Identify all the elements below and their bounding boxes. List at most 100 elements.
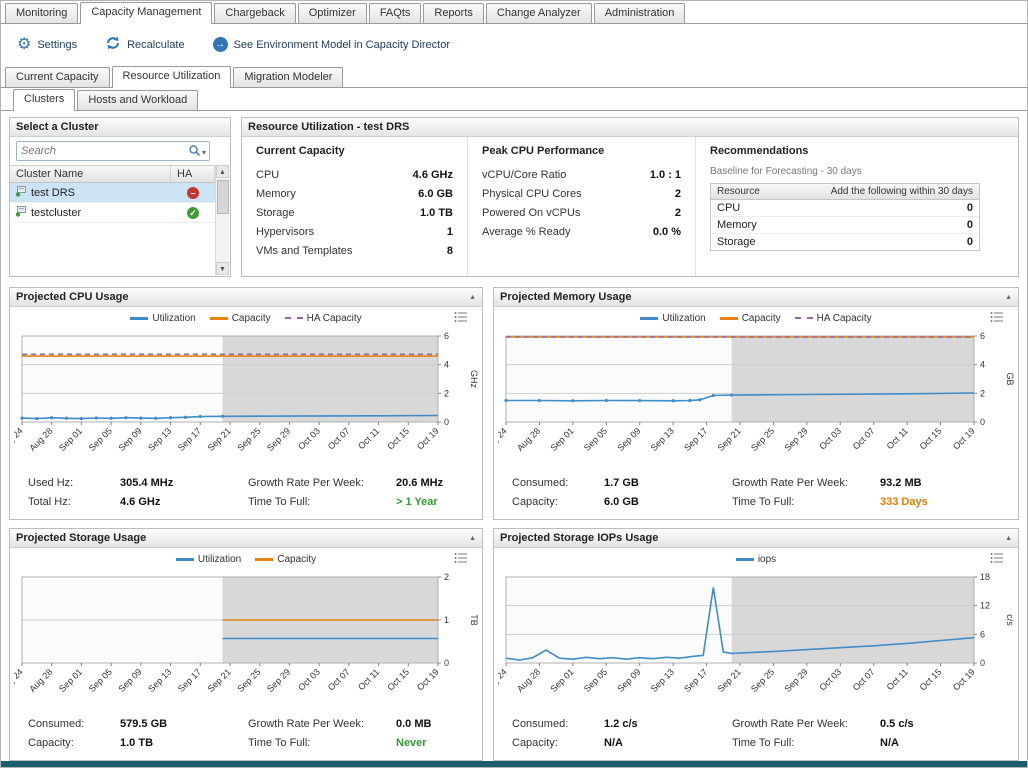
chart-menu-icon[interactable]	[990, 552, 1004, 567]
svg-text:6: 6	[444, 331, 449, 341]
stat-value: 6.0 GB	[604, 493, 732, 512]
search-dropdown-caret-icon[interactable]: ▾	[202, 148, 206, 157]
svg-text:Sep 13: Sep 13	[649, 426, 676, 453]
cluster-row-testcluster[interactable]: testcluster ✓	[10, 203, 215, 223]
kv-label: Storage	[256, 204, 295, 223]
top-row: Select a Cluster ▾	[9, 117, 1019, 277]
tab-capacity-management[interactable]: Capacity Management	[80, 2, 212, 24]
col-cluster-name[interactable]: Cluster Name	[10, 166, 171, 182]
svg-text:Sep 21: Sep 21	[716, 667, 743, 694]
tab-administration[interactable]: Administration	[594, 3, 686, 23]
collapse-icon[interactable]: ▲	[1005, 294, 1012, 301]
chart-plot: 0246GHzAug 24Aug 28Sep 01Sep 05Sep 09Sep…	[14, 328, 478, 478]
chart-legend: UtilizationCapacityHA Capacity	[130, 313, 361, 324]
chart-plot: 0246GBAug 24Aug 28Sep 01Sep 05Sep 09Sep …	[498, 328, 1014, 478]
cluster-row-test-drs[interactable]: test DRS –	[10, 183, 215, 203]
capacity-director-link[interactable]: → See Environment Model in Capacity Dire…	[213, 37, 450, 52]
chart-title: Projected Storage Usage	[16, 532, 146, 544]
chart-menu-icon[interactable]	[454, 311, 468, 326]
col-ha[interactable]: HA	[171, 166, 215, 182]
search-icons: ▾	[188, 144, 206, 160]
refresh-icon	[105, 35, 121, 54]
svg-text:Sep 25: Sep 25	[235, 426, 262, 453]
svg-text:2: 2	[444, 388, 449, 398]
tab-optimizer[interactable]: Optimizer	[298, 3, 367, 23]
tab-change-analyzer[interactable]: Change Analyzer	[486, 3, 592, 23]
svg-text:Aug 28: Aug 28	[27, 426, 54, 453]
svg-text:Sep 09: Sep 09	[116, 667, 143, 694]
legend-item: Utilization	[640, 313, 705, 324]
kv-value: 4.6 GHz	[413, 166, 453, 185]
stat-label: Growth Rate Per Week:	[248, 474, 396, 493]
svg-text:0: 0	[444, 417, 449, 427]
cluster-list-scrollbar[interactable]: ▲ ▼	[215, 165, 229, 275]
svg-text:Sep 17: Sep 17	[176, 426, 203, 453]
kv-value: 2	[675, 185, 681, 204]
scroll-down-icon[interactable]: ▼	[216, 262, 229, 275]
tab-clusters[interactable]: Clusters	[13, 89, 75, 111]
chart-title: Projected Storage IOPs Usage	[500, 532, 658, 544]
legend-swatch	[640, 317, 658, 320]
chart-panel-projected-storage-iops: Projected Storage IOPs Usage ▲ iops 0612…	[493, 528, 1019, 761]
collapse-icon[interactable]: ▲	[469, 294, 476, 301]
stat-label: Consumed:	[28, 715, 120, 734]
chart-title: Projected CPU Usage	[16, 291, 128, 303]
search-input[interactable]	[17, 142, 167, 160]
svg-text:Sep 09: Sep 09	[615, 426, 642, 453]
recalculate-button[interactable]: Recalculate	[105, 35, 184, 54]
stat-label: Consumed:	[512, 474, 604, 493]
svg-text:Sep 05: Sep 05	[87, 667, 114, 694]
tab-resource-utilization[interactable]: Resource Utilization	[112, 66, 232, 88]
svg-text:Sep 05: Sep 05	[87, 426, 114, 453]
svg-text:GB: GB	[1005, 372, 1014, 385]
tab-monitoring[interactable]: Monitoring	[5, 3, 78, 23]
svg-text:Sep 01: Sep 01	[548, 667, 575, 694]
svg-text:Aug 28: Aug 28	[515, 426, 542, 453]
stat-value: N/A	[880, 734, 1014, 753]
stat-label: Time To Full:	[248, 493, 396, 512]
search-row: ▾	[10, 137, 230, 165]
settings-button[interactable]: ⚙ Settings	[17, 37, 77, 53]
chart-header: Projected Storage IOPs Usage ▲	[494, 529, 1018, 548]
legend-item: Capacity	[720, 313, 781, 324]
cluster-table-header: Cluster Name HA	[10, 165, 215, 183]
svg-text:Oct 19: Oct 19	[951, 426, 977, 452]
resource-utilization-title: Resource Utilization - test DRS	[248, 121, 409, 133]
scroll-thumb[interactable]	[217, 180, 229, 214]
svg-text:4: 4	[980, 360, 985, 370]
svg-text:Sep 09: Sep 09	[615, 667, 642, 694]
collapse-icon[interactable]: ▲	[469, 535, 476, 542]
svg-text:Sep 29: Sep 29	[782, 426, 809, 453]
legend-item: Capacity	[210, 313, 271, 324]
ha-enabled-icon: ✓	[187, 207, 199, 219]
rec-row-storage: Storage 0	[711, 234, 979, 250]
tab-hosts-and-workload[interactable]: Hosts and Workload	[77, 90, 198, 110]
svg-text:Aug 28: Aug 28	[515, 667, 542, 694]
stat-label: Time To Full:	[248, 734, 396, 753]
kv-value: 2	[675, 204, 681, 223]
tab-faqts[interactable]: FAQts	[369, 3, 422, 23]
tab-reports[interactable]: Reports	[423, 3, 484, 23]
legend-item: Utilization	[176, 554, 241, 565]
chart-legend: iops	[736, 554, 776, 565]
svg-text:6: 6	[980, 331, 985, 341]
scroll-up-icon[interactable]: ▲	[216, 165, 229, 178]
kv-label: vCPU/Core Ratio	[482, 166, 566, 185]
svg-text:Sep 13: Sep 13	[146, 667, 173, 694]
svg-text:Oct 15: Oct 15	[918, 426, 944, 452]
tab-chargeback[interactable]: Chargeback	[214, 3, 295, 23]
svg-text:Oct 03: Oct 03	[296, 426, 322, 452]
chart-header: Projected Storage Usage ▲	[10, 529, 482, 548]
chart-menu-icon[interactable]	[990, 311, 1004, 326]
svg-text:Sep 05: Sep 05	[582, 667, 609, 694]
chart-menu-icon[interactable]	[454, 552, 468, 567]
legend-item: iops	[736, 554, 776, 565]
search-icon[interactable]	[188, 144, 201, 160]
tab-current-capacity[interactable]: Current Capacity	[5, 67, 110, 87]
arrow-right-icon: →	[213, 37, 228, 52]
content-area: Select a Cluster ▾	[1, 111, 1027, 761]
svg-text:Aug 24: Aug 24	[498, 667, 509, 694]
legend-swatch	[795, 317, 813, 319]
tab-migration-modeler[interactable]: Migration Modeler	[233, 67, 343, 87]
collapse-icon[interactable]: ▲	[1005, 535, 1012, 542]
